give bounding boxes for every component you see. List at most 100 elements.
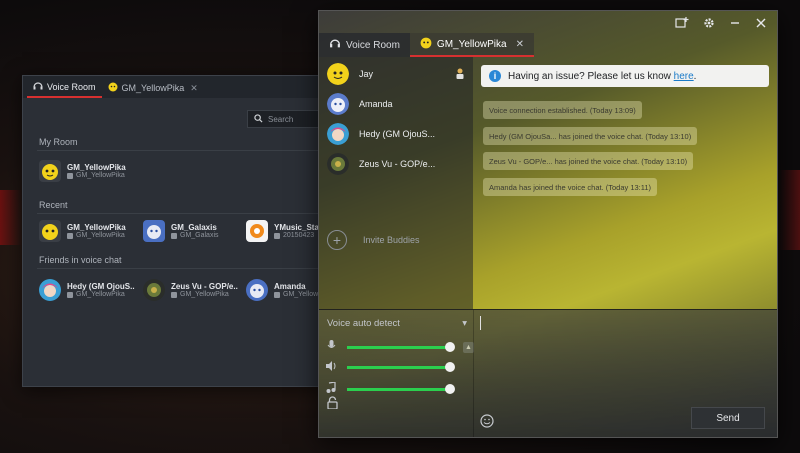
close-icon[interactable] bbox=[755, 17, 767, 32]
control-panel: Voice auto detect ▾ ▲ Send bbox=[319, 309, 777, 437]
avatar bbox=[327, 93, 349, 115]
tab-voice-room[interactable]: Voice Room bbox=[319, 33, 410, 57]
home-icon bbox=[171, 291, 177, 298]
divider bbox=[473, 310, 474, 437]
search-icon bbox=[254, 113, 263, 125]
close-icon[interactable]: ✕ bbox=[190, 83, 198, 94]
avatar bbox=[143, 279, 165, 301]
message-input[interactable] bbox=[480, 316, 481, 330]
invite-buddies-button[interactable]: + Invite Buddies bbox=[327, 230, 420, 250]
here-link[interactable]: here bbox=[674, 71, 694, 82]
avatar bbox=[39, 279, 61, 301]
window-controls bbox=[675, 17, 767, 32]
headset-icon bbox=[33, 81, 43, 93]
recent-entry[interactable]: YMusic_Stat 20150423 bbox=[246, 220, 322, 242]
slider-knob[interactable] bbox=[445, 362, 455, 372]
tab-gm-yellowpika[interactable]: GM_YellowPika ✕ bbox=[409, 33, 534, 57]
speaker-volume-slider[interactable] bbox=[347, 362, 455, 372]
slider-fill bbox=[347, 366, 450, 369]
entry-name: GM_YellowPika bbox=[67, 163, 126, 172]
music-note-icon[interactable] bbox=[325, 381, 337, 396]
plus-icon: + bbox=[327, 230, 347, 250]
section-recent: Recent bbox=[39, 200, 68, 210]
avatar bbox=[246, 279, 268, 301]
room-icon bbox=[274, 232, 280, 239]
gear-icon[interactable] bbox=[703, 17, 715, 32]
avatar bbox=[143, 220, 165, 242]
entry-sub: 20150423 bbox=[274, 232, 322, 239]
avatar bbox=[39, 160, 61, 182]
background-streak bbox=[0, 190, 22, 245]
chat-log: i Having an issue? Please let us know he… bbox=[475, 57, 777, 309]
my-room-entry[interactable]: GM_YellowPika GM_YellowPika bbox=[39, 160, 126, 182]
search-placeholder: Search bbox=[268, 114, 294, 124]
speaker-icon[interactable] bbox=[325, 361, 337, 374]
participant-name: Hedy (GM OjouS... bbox=[359, 129, 436, 139]
tab-gm-yellowpika[interactable]: GM_YellowPika ✕ bbox=[102, 78, 204, 98]
divider bbox=[37, 213, 351, 214]
close-icon[interactable]: ✕ bbox=[516, 39, 524, 50]
participant-name: Zeus Vu - GOP/e... bbox=[359, 159, 436, 169]
headset-icon bbox=[329, 38, 341, 52]
system-message: Voice connection established. (Today 13:… bbox=[483, 101, 642, 119]
system-message: Hedy (GM OjouSa... has joined the voice … bbox=[483, 127, 698, 145]
chevron-down-icon: ▾ bbox=[462, 318, 467, 329]
room-icon bbox=[67, 172, 73, 179]
participant-name: Jay bbox=[359, 69, 374, 79]
system-message: Amanda has joined the voice chat. (Today… bbox=[483, 178, 658, 196]
entry-name: GM_YellowPika bbox=[67, 223, 126, 232]
mic-volume-slider[interactable] bbox=[347, 341, 455, 352]
voice-mode-value: Voice auto detect bbox=[327, 318, 400, 329]
home-icon bbox=[67, 291, 73, 298]
voice-mode-select[interactable]: Voice auto detect ▾ bbox=[327, 318, 467, 329]
participant-name: Amanda bbox=[359, 99, 393, 109]
tab-bar: Voice Room GM_YellowPika ✕ bbox=[319, 33, 534, 57]
mic-volume-row: ▲ bbox=[325, 340, 474, 354]
room-icon bbox=[171, 232, 177, 239]
friend-entry[interactable]: Zeus Vu - GOP/e.. GM_YellowPika bbox=[143, 279, 238, 301]
tab-label: Voice Room bbox=[346, 39, 400, 51]
slider-fill bbox=[347, 345, 450, 349]
lock-icon[interactable] bbox=[327, 396, 338, 412]
recent-entry[interactable]: GM_Galaxis GM_Galaxis bbox=[143, 220, 219, 242]
participant-item[interactable]: Zeus Vu - GOP/e... bbox=[327, 153, 435, 175]
background-streak bbox=[778, 170, 800, 250]
music-volume-slider[interactable] bbox=[347, 383, 455, 394]
tab-bar: Voice Room GM_YellowPika ✕ bbox=[23, 76, 351, 98]
send-button[interactable]: Send bbox=[691, 407, 765, 429]
participant-item[interactable]: Amanda bbox=[327, 93, 393, 115]
tab-label: GM_YellowPika bbox=[436, 38, 507, 50]
divider bbox=[37, 150, 351, 151]
emoji-icon[interactable] bbox=[480, 414, 494, 431]
friend-entry[interactable]: Hedy (GM OjouS.. GM_YellowPika bbox=[39, 279, 135, 301]
participant-item[interactable]: Jay bbox=[327, 63, 373, 85]
slider-fill bbox=[347, 387, 450, 391]
entry-name: GM_Galaxis bbox=[171, 223, 217, 232]
avatar bbox=[327, 153, 349, 175]
minimize-icon[interactable] bbox=[729, 17, 741, 32]
avatar bbox=[246, 220, 268, 242]
entry-sub: GM_YellowPika bbox=[67, 232, 126, 239]
entry-sub: GM_YellowPika bbox=[67, 291, 135, 298]
divider bbox=[37, 268, 351, 269]
microphone-icon[interactable] bbox=[325, 340, 337, 354]
section-friends: Friends in voice chat bbox=[39, 255, 122, 265]
host-icon bbox=[455, 67, 465, 85]
tab-voice-room[interactable]: Voice Room bbox=[27, 78, 102, 98]
slider-knob[interactable] bbox=[445, 341, 455, 352]
slider-knob[interactable] bbox=[445, 383, 455, 394]
info-icon: i bbox=[489, 70, 501, 82]
friend-entry[interactable]: Amanda GM_YellowPi bbox=[246, 279, 324, 301]
room-icon bbox=[67, 232, 73, 239]
entry-sub: GM_YellowPika bbox=[171, 291, 238, 298]
recent-entry[interactable]: GM_YellowPika GM_YellowPika bbox=[39, 220, 126, 242]
pika-avatar-icon bbox=[420, 37, 432, 52]
title-bar: Voice Room GM_YellowPika ✕ bbox=[319, 11, 777, 57]
notice-text: Having an issue? Please let us know here… bbox=[508, 70, 697, 82]
voice-room-window: Voice Room GM_YellowPika ✕ Search My Roo… bbox=[22, 75, 352, 387]
participant-list: Jay Amanda Hedy (GM OjouS... Zeus Vu - G… bbox=[319, 57, 473, 309]
entry-name: Amanda bbox=[274, 282, 306, 291]
participant-item[interactable]: Hedy (GM OjouS... bbox=[327, 123, 435, 145]
entry-sub: GM_YellowPi bbox=[274, 291, 324, 298]
add-to-screen-icon[interactable] bbox=[675, 17, 689, 32]
